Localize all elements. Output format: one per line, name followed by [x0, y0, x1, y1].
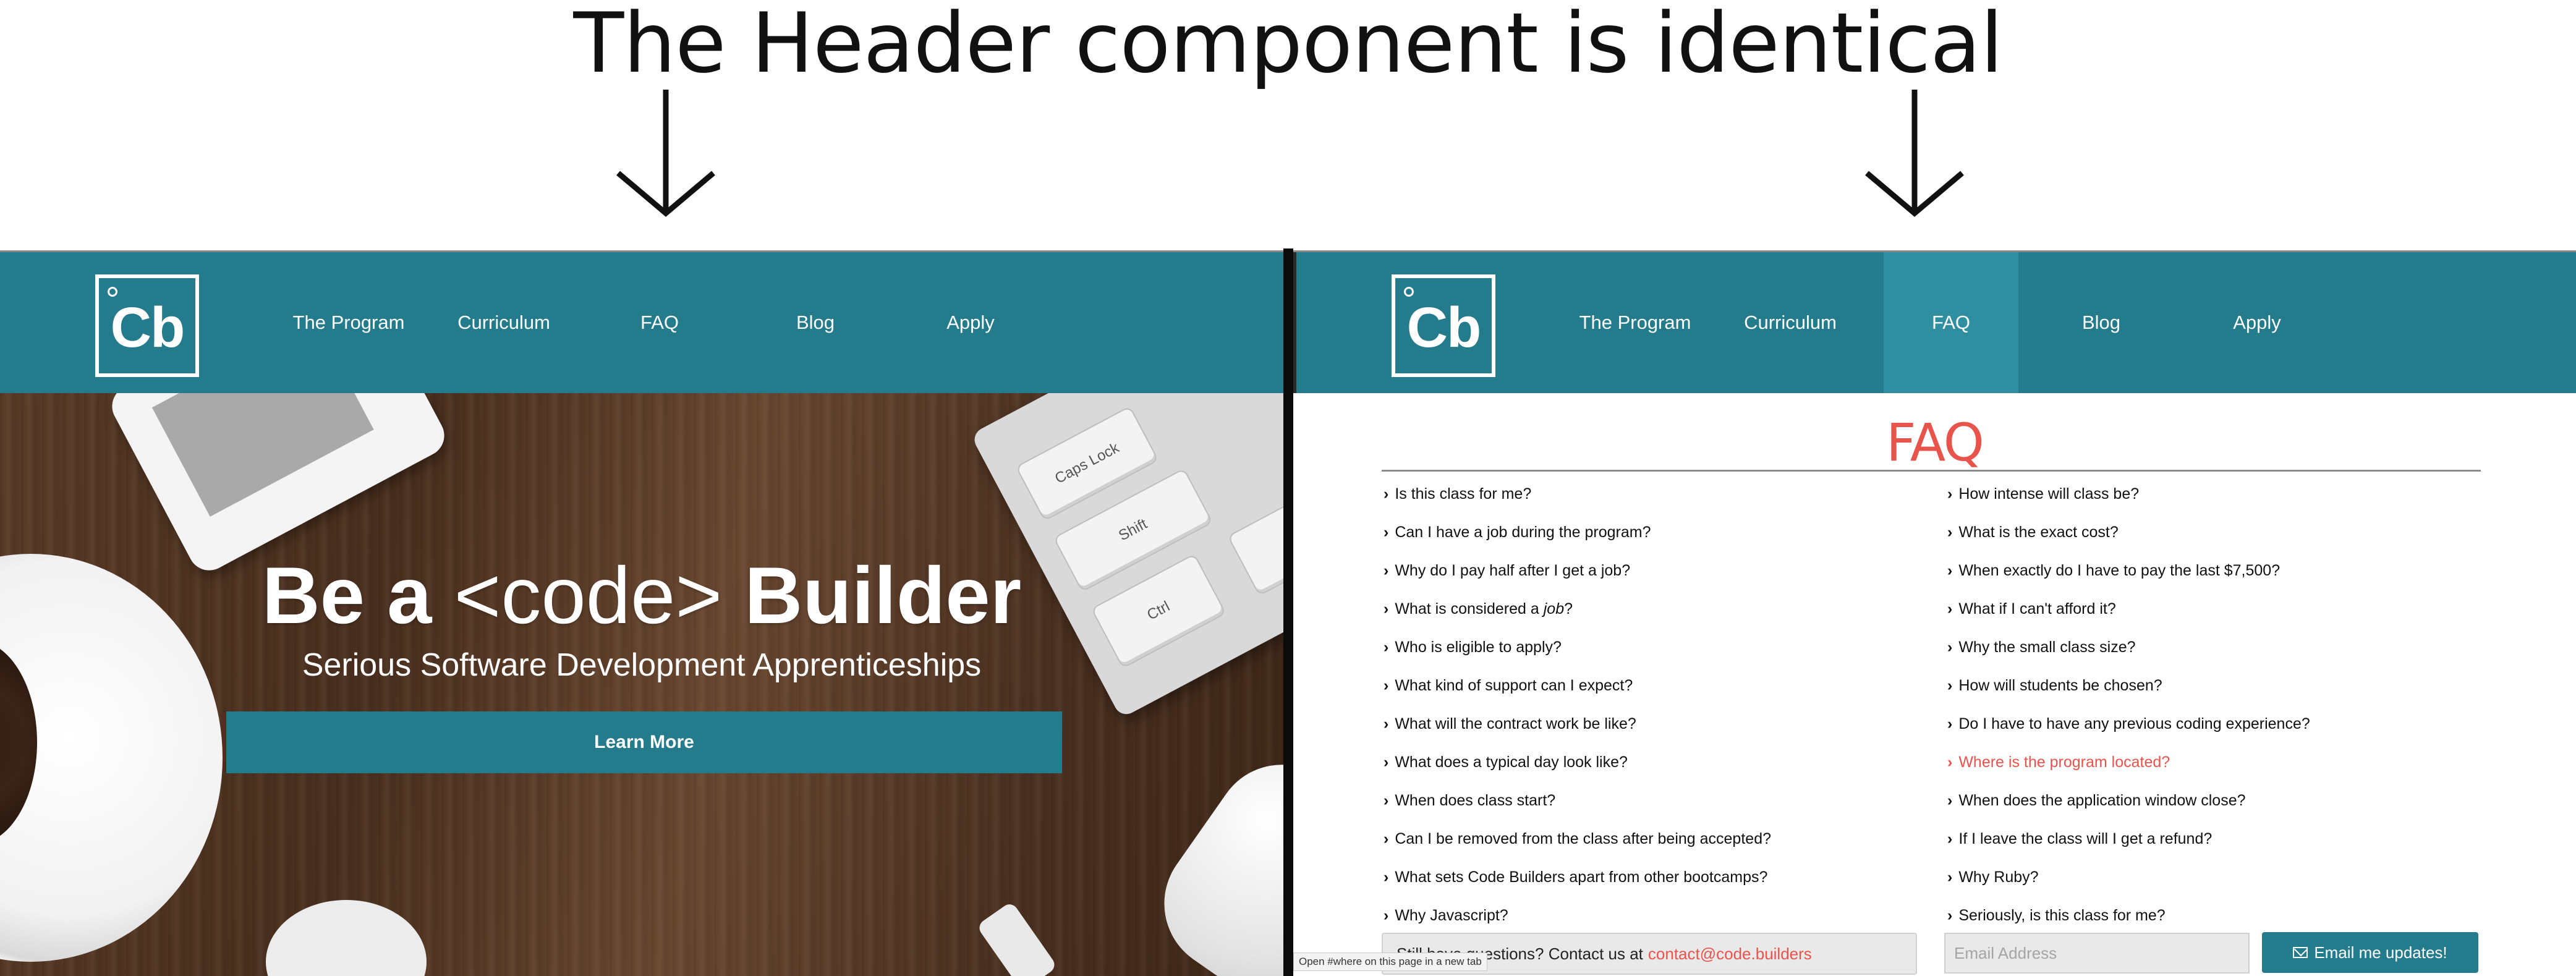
- link-status-tooltip: Open #where on this page in a new tab: [1293, 953, 1487, 971]
- nav-the-program[interactable]: The Program: [1568, 252, 1702, 393]
- annotation-caption: The Header component is identical: [573, 0, 2003, 91]
- chevron-right-icon: ›: [1947, 676, 1953, 694]
- faq-question[interactable]: › Who is eligible to apply?: [1384, 628, 1771, 666]
- chevron-right-icon: ›: [1384, 791, 1389, 809]
- faq-question[interactable]: › Can I have a job during the program?: [1384, 513, 1771, 551]
- chevron-right-icon: ›: [1947, 638, 1953, 656]
- logo-ring-icon: [108, 287, 117, 297]
- nav-blog[interactable]: Blog: [2034, 252, 2169, 393]
- logo[interactable]: Cb: [95, 274, 199, 377]
- faq-question[interactable]: › What if I can't afford it?: [1947, 590, 2310, 628]
- site-header: Cb The Program Curriculum FAQ Blog Apply: [0, 252, 1283, 393]
- faq-page-screenshot: Cb The Program Curriculum FAQ Blog Apply…: [1293, 250, 2576, 976]
- learn-more-button[interactable]: Learn More: [226, 711, 1062, 773]
- chevron-right-icon: ›: [1384, 753, 1389, 771]
- faq-title: FAQ: [1886, 412, 1984, 473]
- logo-text: Cb: [110, 296, 185, 359]
- email-input[interactable]: [1944, 933, 2250, 974]
- faq-question[interactable]: › How will students be chosen?: [1947, 666, 2310, 705]
- faq-question[interactable]: › How intense will class be?: [1947, 475, 2310, 513]
- hero-title-be-a: Be a: [261, 550, 432, 640]
- hero-title-code: <code>: [454, 550, 723, 640]
- chevron-right-icon: ›: [1384, 906, 1389, 924]
- nav-apply[interactable]: Apply: [2190, 252, 2324, 393]
- home-page-screenshot: Cb The Program Curriculum FAQ Blog Apply…: [0, 250, 1283, 976]
- chevron-right-icon: ›: [1947, 791, 1953, 809]
- faq-question[interactable]: › When exactly do I have to pay the last …: [1947, 551, 2310, 590]
- faq-question[interactable]: › Do I have to have any previous coding e…: [1947, 705, 2310, 743]
- faq-question[interactable]: › Seriously, is this class for me?: [1947, 896, 2310, 935]
- mouse-image: [1137, 737, 1283, 976]
- faq-question[interactable]: › What is considered a job?: [1384, 590, 1771, 628]
- faq-question[interactable]: › If I leave the class will I get a refun…: [1947, 820, 2310, 858]
- faq-question[interactable]: › Is this class for me?: [1384, 475, 1771, 513]
- chevron-right-icon: ›: [1384, 523, 1389, 541]
- faq-question[interactable]: › What is the exact cost?: [1947, 513, 2310, 551]
- faq-question[interactable]: › When does the application window close?: [1947, 781, 2310, 820]
- chevron-right-icon: ›: [1947, 830, 1953, 847]
- chevron-right-icon: ›: [1947, 485, 1953, 503]
- logo[interactable]: Cb: [1392, 274, 1495, 377]
- faq-column-right: › How intense will class be? › What is the…: [1947, 475, 2310, 935]
- chevron-right-icon: ›: [1947, 868, 1953, 886]
- faq-question[interactable]: › What kind of support can I expect?: [1384, 666, 1771, 705]
- faq-question[interactable]: › Why Javascript?: [1384, 896, 1771, 935]
- down-arrow-icon: [1865, 90, 1964, 217]
- chevron-right-icon: ›: [1384, 600, 1389, 617]
- faq-divider: [1382, 470, 2481, 472]
- logo-ring-icon: [1404, 287, 1414, 297]
- faq-question-active[interactable]: › Where is the program located?: [1947, 743, 2310, 781]
- chevron-right-icon: ›: [1384, 561, 1389, 579]
- nav-faq[interactable]: FAQ: [592, 252, 727, 393]
- down-arrow-icon: [616, 90, 715, 217]
- nav-curriculum[interactable]: Curriculum: [436, 252, 571, 393]
- faq-question[interactable]: › Why the small class size?: [1947, 628, 2310, 666]
- chevron-right-icon: ›: [1947, 715, 1953, 732]
- site-header: Cb The Program Curriculum FAQ Blog Apply: [1293, 252, 2576, 393]
- hero-title: Be a <code> Builder: [0, 549, 1283, 642]
- email-updates-button[interactable]: Email me updates!: [2262, 932, 2478, 973]
- faq-question[interactable]: › Why Ruby?: [1947, 858, 2310, 896]
- usb-cable-image: [976, 901, 1058, 976]
- chevron-right-icon: ›: [1947, 906, 1953, 924]
- earbuds-image: [266, 900, 427, 976]
- nav-curriculum[interactable]: Curriculum: [1723, 252, 1858, 393]
- chevron-right-icon: ›: [1947, 600, 1953, 617]
- nav-the-program[interactable]: The Program: [281, 252, 416, 393]
- nav-faq[interactable]: FAQ: [1884, 252, 2018, 393]
- hero-subtitle: Serious Software Development Apprentices…: [302, 647, 982, 683]
- chevron-right-icon: ›: [1947, 523, 1953, 541]
- faq-question[interactable]: › What does a typical day look like?: [1384, 743, 1771, 781]
- chevron-right-icon: ›: [1384, 676, 1389, 694]
- logo-text: Cb: [1406, 296, 1482, 359]
- chevron-right-icon: ›: [1384, 638, 1389, 656]
- panel-divider: [1283, 248, 1293, 976]
- faq-question[interactable]: › What will the contract work be like?: [1384, 705, 1771, 743]
- chevron-right-icon: ›: [1947, 753, 1953, 771]
- faq-question[interactable]: › What sets Code Builders apart from othe…: [1384, 858, 1771, 896]
- faq-question[interactable]: › Can I be removed from the class after b…: [1384, 820, 1771, 858]
- envelope-icon: [2293, 947, 2308, 958]
- faq-question[interactable]: › Why do I pay half after I get a job?: [1384, 551, 1771, 590]
- faq-column-left: › Is this class for me? › Can I have a job…: [1384, 475, 1771, 935]
- nav-blog[interactable]: Blog: [748, 252, 883, 393]
- hero-title-builder: Builder: [744, 550, 1022, 640]
- chevron-right-icon: ›: [1384, 868, 1389, 886]
- chevron-right-icon: ›: [1947, 561, 1953, 579]
- contact-email-link[interactable]: contact@code.builders: [1648, 944, 1812, 964]
- faq-question[interactable]: › When does class start?: [1384, 781, 1771, 820]
- nav-apply[interactable]: Apply: [903, 252, 1038, 393]
- hero-section: Caps Lock Shift Ctrl Be a <code> Builder…: [0, 393, 1283, 976]
- chevron-right-icon: ›: [1384, 830, 1389, 847]
- chevron-right-icon: ›: [1384, 485, 1389, 503]
- chevron-right-icon: ›: [1384, 715, 1389, 732]
